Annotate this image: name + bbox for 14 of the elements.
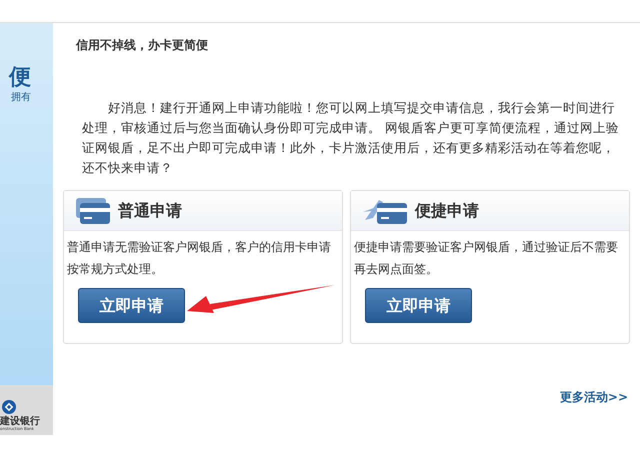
bank-logo-icon	[1, 399, 17, 415]
card-description: 普通申请无需验证客户网银盾，客户的信用卡申请按常规方式处理。	[66, 239, 332, 278]
page-title: 信用不掉线，办卡更简便	[76, 37, 209, 54]
more-activities-link[interactable]: 更多活动>>	[560, 388, 628, 406]
credit-card-icon	[76, 198, 110, 224]
apply-button[interactable]: 立即申请	[365, 288, 472, 323]
flying-card-icon	[363, 198, 407, 224]
card-title: 便捷申请	[415, 200, 479, 222]
banner-headline: 便	[9, 67, 31, 89]
card-description: 便捷申请需要验证客户网银盾，通过验证后不需要再去网点面签。	[353, 239, 619, 278]
banner-subline: 拥有	[11, 93, 31, 103]
apply-button[interactable]: 立即申请	[78, 288, 185, 323]
intro-paragraph: 好消息！建行开通网上申请功能啦！您可以网上填写提交申请信息，我行会第一时间进行处理，审核通过后与您当面确认身份即可完成申请。 网银盾客户更可享简便流程，通过网上验证网银盾，足不出户即可完成申请！此外，卡片激活使用后，还有更多精彩活动在等着您呢，还不快来申请？	[82, 99, 620, 177]
card-title: 普通申请	[118, 200, 182, 222]
